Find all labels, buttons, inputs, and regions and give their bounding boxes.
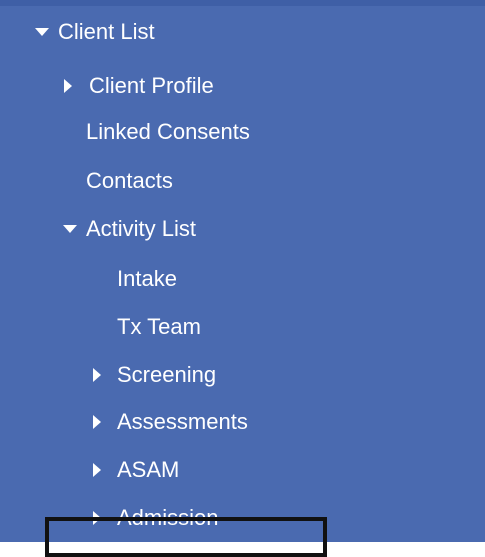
caret-right-icon (93, 368, 101, 382)
tree-item-client-list[interactable]: Client List (0, 8, 485, 56)
tree-item-linked-consents[interactable]: Linked Consents (0, 108, 485, 156)
tree-item-intake[interactable]: Intake (0, 255, 485, 303)
nav-top-edge (0, 0, 485, 6)
tree-item-label: Admission (117, 505, 219, 530)
tree-item-activity-list[interactable]: Activity List (0, 205, 485, 253)
tree-item-label: Client Profile (89, 73, 214, 98)
tree-item-label: Contacts (86, 168, 173, 193)
tree-item-label: ASAM (117, 457, 180, 482)
caret-right-icon (93, 463, 101, 477)
tree-item-contacts[interactable]: Contacts (0, 157, 485, 205)
tree-item-label: Screening (117, 362, 217, 387)
caret-right-icon (93, 511, 101, 525)
tree-item-tx-team[interactable]: Tx Team (0, 303, 485, 351)
tree-item-asam[interactable]: ASAM (0, 446, 485, 494)
tree-item-label: Intake (117, 266, 177, 291)
tree-item-label: Linked Consents (86, 119, 250, 144)
tree-item-label: Activity List (86, 216, 197, 241)
client-navigation-tree: Client List Client Profile Linked Consen… (0, 0, 485, 557)
tree-item-screening[interactable]: Screening (0, 351, 485, 399)
tree-item-label: Client List (58, 19, 155, 44)
caret-right-icon (64, 79, 72, 93)
tree-item-label: Tx Team (117, 314, 201, 339)
caret-right-icon (93, 415, 101, 429)
caret-down-icon (63, 225, 77, 233)
tree-item-client-profile[interactable]: Client Profile (0, 62, 485, 110)
caret-down-icon (35, 28, 49, 36)
tree-item-admission[interactable]: Admission (0, 494, 485, 542)
tree-item-label: Assessments (117, 409, 248, 434)
tree-item-assessments[interactable]: Assessments (0, 398, 485, 446)
